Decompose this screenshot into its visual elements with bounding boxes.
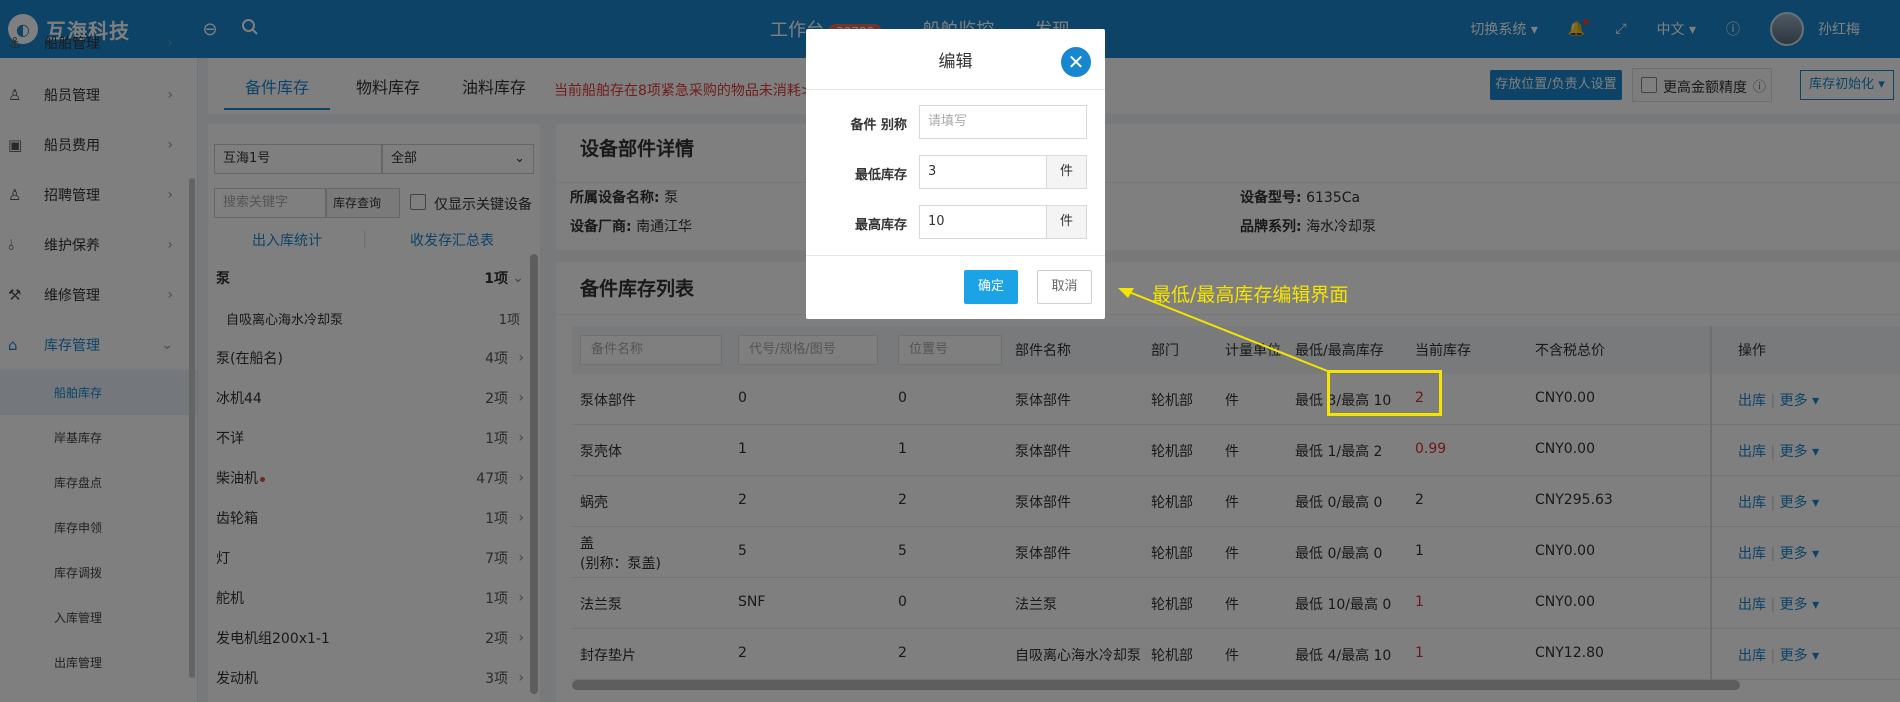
edit-modal: 编辑 ✕ 备件 别称 请填写 最低库存 3 件 最高库存 10 件 确定 取消 bbox=[806, 29, 1105, 319]
annotation-label: 最低/最高库存编辑界面 bbox=[1152, 284, 1349, 306]
max-stock-label: 最高库存 bbox=[854, 218, 907, 233]
cancel-button[interactable]: 取消 bbox=[1037, 270, 1092, 304]
max-unit-addon: 件 bbox=[1046, 205, 1087, 239]
alias-input[interactable]: 请填写 bbox=[919, 105, 1087, 139]
alias-label: 备件 别称 bbox=[850, 118, 907, 133]
close-icon[interactable]: ✕ bbox=[1061, 47, 1091, 77]
divider bbox=[806, 255, 1105, 256]
divider bbox=[806, 89, 1105, 90]
confirm-button[interactable]: 确定 bbox=[964, 270, 1018, 304]
highlight-box bbox=[1327, 370, 1442, 416]
min-unit-addon: 件 bbox=[1046, 155, 1087, 189]
min-stock-input[interactable]: 3 bbox=[919, 155, 1047, 189]
max-stock-input[interactable]: 10 bbox=[919, 205, 1047, 239]
min-stock-label: 最低库存 bbox=[854, 168, 907, 183]
